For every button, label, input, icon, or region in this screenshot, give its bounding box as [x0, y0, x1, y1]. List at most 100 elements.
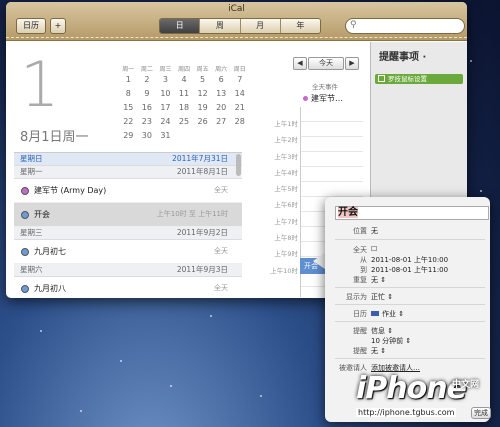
- calendar-color-dot: [303, 96, 308, 101]
- mini-calendar-day[interactable]: 19: [193, 101, 212, 115]
- mini-calendar-day[interactable]: 1: [119, 73, 138, 87]
- section-date: 2011年9月2日: [176, 228, 228, 237]
- reminder-item[interactable]: 罗技鼠标设置: [375, 74, 463, 84]
- section-weekday: 星期一: [20, 167, 43, 176]
- mini-calendar-day[interactable]: 2: [138, 73, 157, 87]
- watermark-brand: iPhone: [356, 371, 467, 406]
- mini-calendar-day[interactable]: 18: [175, 101, 194, 115]
- hour-label: 上午7时: [274, 217, 298, 226]
- search-icon: ⚲: [350, 20, 357, 30]
- mini-calendar-day[interactable]: 16: [138, 101, 157, 115]
- done-button[interactable]: 完成: [471, 407, 491, 419]
- grid-line: [301, 152, 363, 167]
- mini-calendar-day[interactable]: 28: [230, 115, 249, 129]
- list-item[interactable]: 九月初七 全天: [14, 240, 242, 264]
- mini-calendar-day[interactable]: 26: [193, 115, 212, 129]
- search-input[interactable]: ⚲: [345, 18, 465, 34]
- hour-label: 上午2时: [274, 136, 298, 145]
- grid-line: [301, 107, 363, 122]
- weekday-header: 周六: [215, 66, 228, 73]
- checkbox-icon[interactable]: [378, 75, 385, 82]
- section-weekday: 星期三: [20, 228, 43, 237]
- mini-calendar-day[interactable]: 13: [212, 87, 231, 101]
- event-time: 全天: [214, 247, 228, 255]
- calendars-button[interactable]: 日历: [16, 18, 46, 34]
- toolbar: iCal 日历 + 日 周 月 年 ⚲: [6, 2, 467, 41]
- watermark-cn: 中文网: [452, 380, 480, 390]
- event-title: 开会: [34, 210, 50, 219]
- mini-calendar-day[interactable]: 8: [119, 87, 138, 101]
- field-value: 无 ⇕: [371, 347, 387, 355]
- event-title: 九月初八: [34, 284, 66, 293]
- mini-calendar-day[interactable]: 15: [119, 101, 138, 115]
- popover-arrow: [313, 253, 325, 269]
- divider: [335, 304, 485, 305]
- field-label: 显示为: [346, 293, 367, 301]
- list-item[interactable]: 九月初八 全天: [14, 277, 242, 298]
- event-time: 全天: [214, 284, 228, 292]
- mini-calendar-day[interactable]: 17: [156, 101, 175, 115]
- field-value: 10 分钟前 ⇕: [371, 337, 412, 345]
- list-section-header: 星期三 2011年9月2日: [14, 227, 242, 240]
- mini-calendar-day[interactable]: 7: [230, 73, 249, 87]
- mini-calendar-day[interactable]: 5: [193, 73, 212, 87]
- mini-calendar-day: [175, 129, 194, 143]
- mini-calendar-day[interactable]: 20: [212, 101, 231, 115]
- field-label: 到: [360, 266, 367, 274]
- mini-calendar-day[interactable]: 31: [156, 129, 175, 143]
- mini-calendar-day[interactable]: 10: [156, 87, 175, 101]
- add-event-button[interactable]: +: [50, 18, 66, 34]
- mini-calendar-day[interactable]: 22: [119, 115, 138, 129]
- mini-calendar-day[interactable]: 24: [156, 115, 175, 129]
- mini-calendar-day[interactable]: 21: [230, 101, 249, 115]
- mini-calendar-day[interactable]: 30: [138, 129, 157, 143]
- event-list: 星期日 2011年7月31日 星期一 2011年8月1日 建军节 (Army D…: [14, 152, 242, 295]
- list-item-selected[interactable]: 开会 上午10时 至 上午11时: [14, 203, 242, 227]
- event-time: 全天: [214, 186, 228, 194]
- mini-calendar-day[interactable]: 12: [193, 87, 212, 101]
- event-title: 建军节 (Army Day): [34, 186, 107, 195]
- field-value: 2011-08-01 上午11:00: [371, 266, 449, 274]
- divider: [335, 358, 485, 359]
- calendar-color-dot: [21, 187, 29, 195]
- hour-label: 上午9时: [274, 250, 298, 259]
- calendar-color-dot: [21, 285, 29, 293]
- list-item[interactable]: 建军节 (Army Day) 全天: [14, 179, 242, 203]
- list-section-header: 星期六 2011年9月3日: [14, 264, 242, 277]
- mini-calendar-day[interactable]: 27: [212, 115, 231, 129]
- grid-line: [301, 122, 363, 137]
- hour-label: 上午6时: [274, 201, 298, 210]
- tab-week[interactable]: 周: [200, 19, 241, 33]
- allday-checkbox[interactable]: ☐: [371, 245, 377, 253]
- allday-event[interactable]: 建军节…: [303, 93, 343, 104]
- hour-label: 上午5时: [274, 185, 298, 194]
- mini-calendar-day[interactable]: 3: [156, 73, 175, 87]
- event-title-field[interactable]: 开会: [335, 206, 489, 220]
- field-value: 2011-08-01 上午10:00: [371, 256, 449, 264]
- event-title: 九月初七: [34, 247, 66, 256]
- field-label: 从: [360, 256, 367, 264]
- event-list-scrollbar[interactable]: [236, 154, 241, 176]
- field-value: 无: [371, 227, 378, 235]
- prev-day-button[interactable]: ◀: [293, 57, 307, 70]
- mini-calendar-day[interactable]: 4: [175, 73, 194, 87]
- mini-calendar-day[interactable]: 25: [175, 115, 194, 129]
- divider: [335, 239, 485, 240]
- mini-calendar-day: [193, 129, 212, 143]
- event-title-text: 开会: [338, 207, 358, 218]
- field-value: 信息 ⇕: [371, 327, 394, 335]
- mini-calendar-day[interactable]: 29: [119, 129, 138, 143]
- mini-calendar-day[interactable]: 23: [138, 115, 157, 129]
- tab-month[interactable]: 月: [240, 19, 281, 33]
- today-button[interactable]: 今天: [308, 57, 344, 70]
- tab-day[interactable]: 日: [160, 19, 201, 33]
- weekday-header: 周二: [140, 66, 153, 73]
- allday-event-title: 建军节…: [311, 94, 343, 103]
- mini-calendar-day[interactable]: 6: [212, 73, 231, 87]
- mini-calendar-week: 29 30 31: [119, 129, 249, 143]
- mini-calendar-day[interactable]: 9: [138, 87, 157, 101]
- next-day-button[interactable]: ▶: [345, 57, 359, 70]
- tab-year[interactable]: 年: [280, 19, 320, 33]
- mini-calendar-day[interactable]: 14: [230, 87, 249, 101]
- mini-calendar-day[interactable]: 11: [175, 87, 194, 101]
